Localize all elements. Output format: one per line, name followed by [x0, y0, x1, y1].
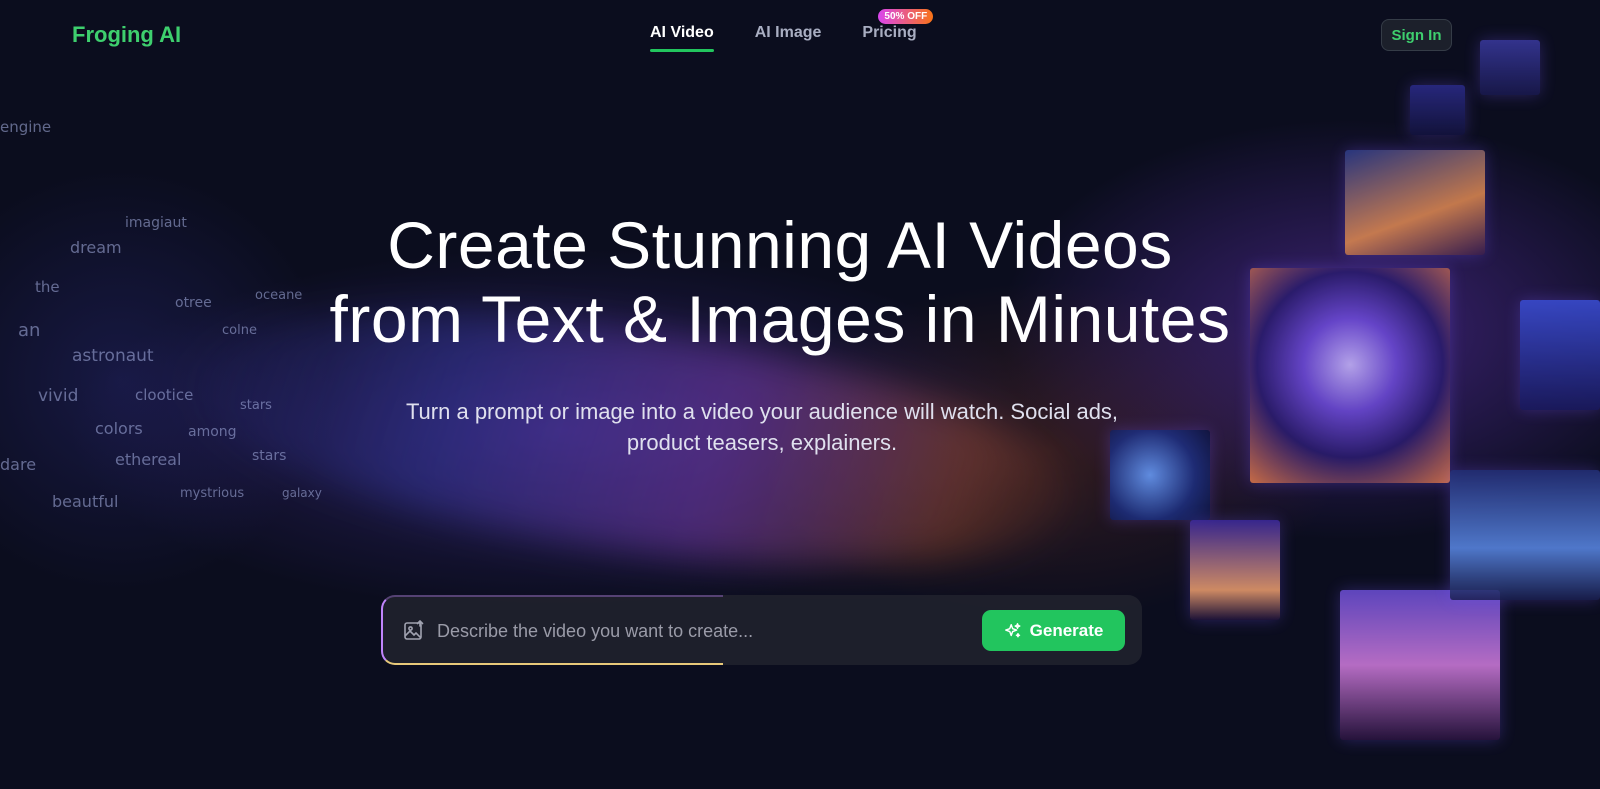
nav-ai-video[interactable]: AI Video — [650, 24, 714, 52]
collage-panel-mountains — [1450, 470, 1600, 600]
collage-panel-castle — [1190, 520, 1280, 620]
image-panels-collage — [1100, 0, 1600, 789]
background-word: mystrious — [180, 486, 245, 501]
nav-pricing[interactable]: Pricing 50% OFF — [862, 9, 934, 52]
background-word: engine — [0, 118, 52, 136]
generate-label: Generate — [1029, 620, 1104, 640]
prompt-input[interactable] — [437, 613, 957, 649]
collage-panel-small-1 — [1480, 40, 1540, 95]
hero-title-line-1: Create Stunning AI Videos — [387, 208, 1173, 282]
background-word: galaxy — [282, 486, 322, 500]
prompt-bar: Generate — [381, 595, 1142, 665]
sparkles-icon — [1004, 622, 1021, 637]
sign-in-button[interactable]: Sign In — [1381, 19, 1452, 51]
hero-subtitle-line-2: product teasers, explainers. — [626, 430, 898, 455]
main-nav: AI Video AI Image Pricing 50% OFF — [650, 9, 934, 52]
brand-logo[interactable]: Froging AI — [72, 22, 181, 48]
collage-panel-small-2 — [1410, 85, 1465, 135]
discount-badge: 50% OFF — [878, 9, 934, 24]
background-word: beautful — [52, 492, 119, 511]
collage-panel-landscape — [1340, 590, 1500, 740]
hero-title: Create Stunning AI Videos from Text & Im… — [0, 208, 1560, 356]
nav-ai-image[interactable]: AI Image — [755, 24, 822, 52]
hero-subtitle-line-1: Turn a prompt or image into a video your… — [405, 399, 1119, 424]
hero-title-line-2: from Text & Images in Minutes — [329, 282, 1231, 356]
generate-button[interactable]: Generate — [982, 610, 1125, 651]
nav-pricing-label: Pricing — [862, 24, 917, 41]
image-upload-icon[interactable] — [403, 620, 425, 642]
hero-subtitle: Turn a prompt or image into a video your… — [0, 396, 1524, 458]
hero-background: engine imagiaut dream the otree oceane an astro… — [0, 0, 1600, 789]
